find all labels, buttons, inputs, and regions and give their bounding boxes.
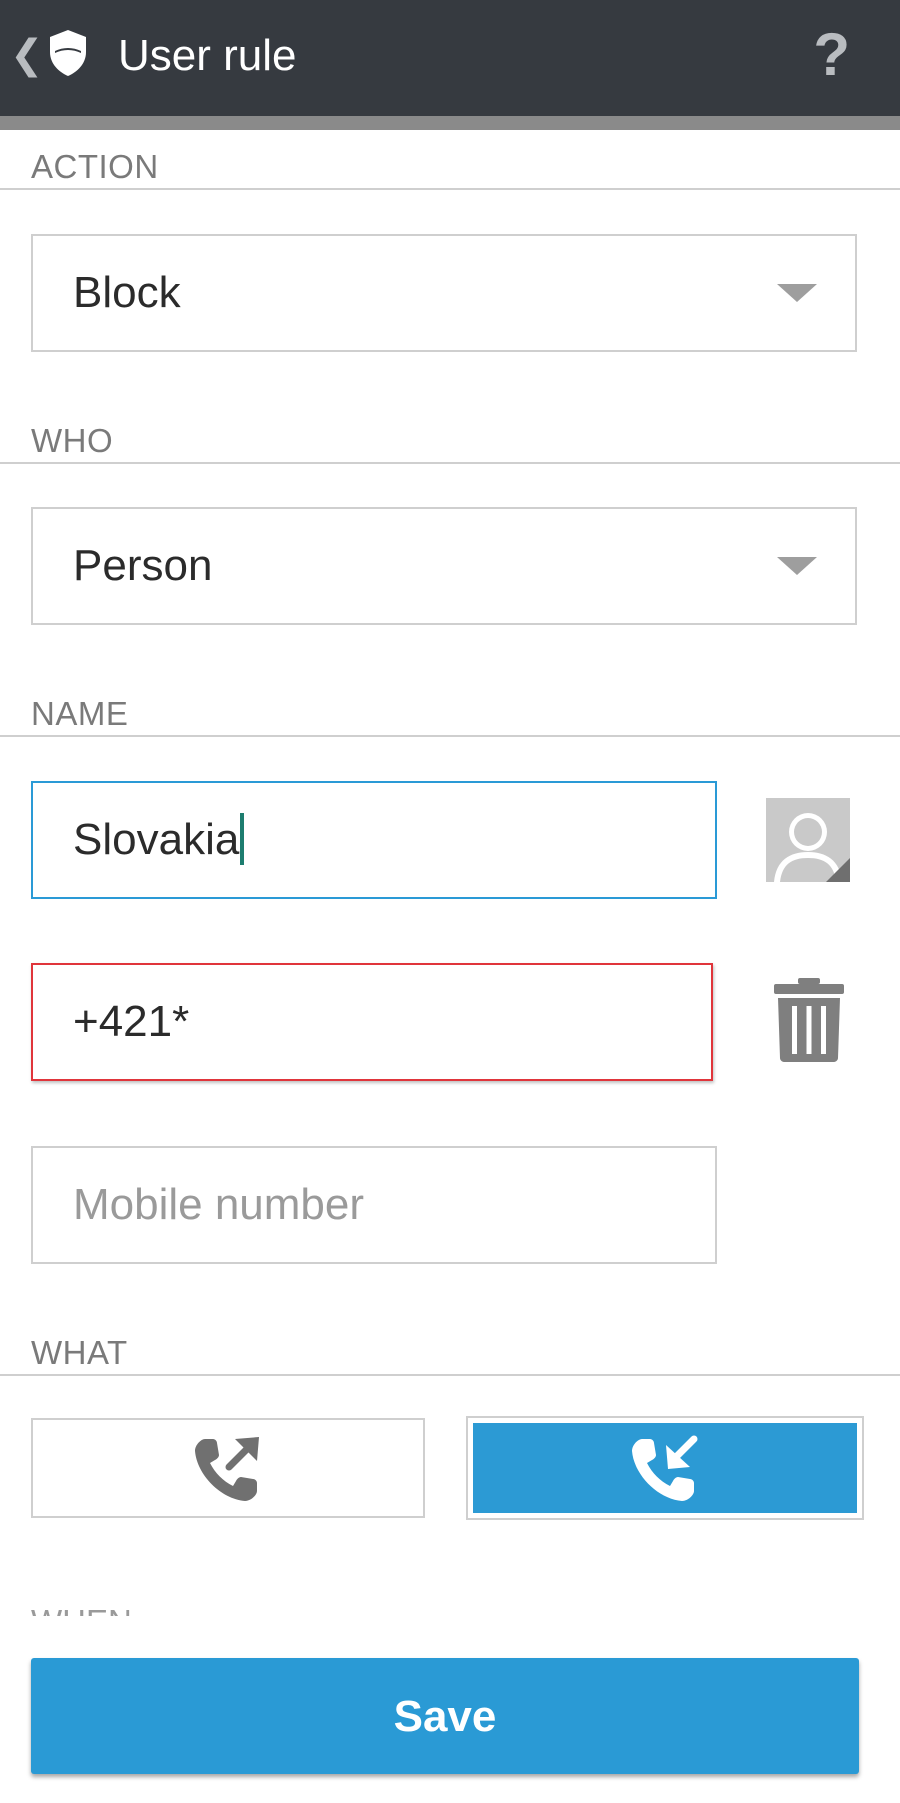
mobile-number-placeholder: Mobile number xyxy=(73,1180,365,1229)
outgoing-calls-button[interactable] xyxy=(31,1418,425,1518)
incoming-call-icon xyxy=(632,1435,698,1501)
contact-picker-icon[interactable] xyxy=(766,798,850,882)
mobile-number-input[interactable]: Mobile number xyxy=(31,1146,717,1264)
help-icon[interactable]: ? xyxy=(813,20,850,90)
number-input[interactable]: +421* xyxy=(31,963,713,1081)
chevron-down-icon xyxy=(777,284,817,302)
action-select-value: Block xyxy=(73,268,181,317)
section-label-when-text: WHEN xyxy=(31,1604,132,1616)
chevron-down-icon xyxy=(777,557,817,575)
incoming-calls-button[interactable] xyxy=(466,1416,864,1520)
app-bar: ❮ User rule ? xyxy=(0,0,900,116)
divider xyxy=(0,188,900,190)
outgoing-call-icon xyxy=(195,1437,259,1501)
save-button[interactable]: Save xyxy=(31,1658,859,1774)
section-label-who: WHO xyxy=(31,422,114,459)
text-caret xyxy=(240,813,245,866)
section-label-action: ACTION xyxy=(31,148,159,185)
divider xyxy=(0,462,900,464)
number-input-value: +421* xyxy=(73,997,190,1046)
appbar-shadow xyxy=(0,116,900,130)
who-select[interactable]: Person xyxy=(31,507,857,625)
divider xyxy=(0,1374,900,1376)
shield-icon xyxy=(50,30,86,76)
trash-icon[interactable] xyxy=(772,978,846,1062)
name-input-value: Slovakia xyxy=(73,815,240,864)
section-label-when: WHEN xyxy=(31,1604,132,1616)
chevron-left-icon[interactable]: ❮ xyxy=(10,30,44,80)
who-select-value: Person xyxy=(73,541,213,590)
name-input-text: Slovakia xyxy=(73,783,245,897)
action-select[interactable]: Block xyxy=(31,234,857,352)
page-title: User rule xyxy=(118,31,297,80)
divider xyxy=(0,735,900,737)
name-input[interactable]: Slovakia xyxy=(31,781,717,899)
section-label-name: NAME xyxy=(31,695,129,732)
section-label-what: WHAT xyxy=(31,1334,128,1371)
